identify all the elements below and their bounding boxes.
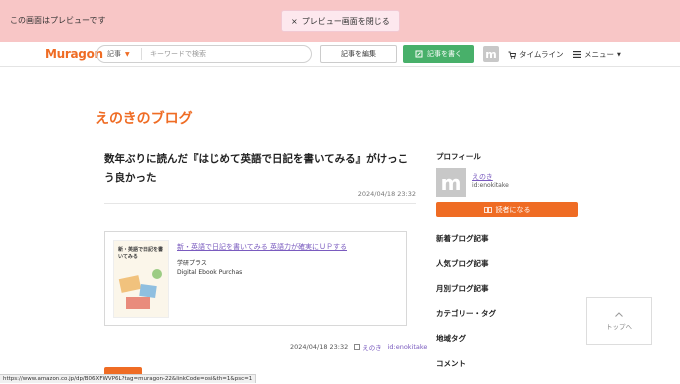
amazon-product-card[interactable]: 新・英語で日記を書いてみる 新・英語で日記を書いてみる 英語力が確実にＵＰする … bbox=[104, 231, 407, 326]
timeline-label: タイムライン bbox=[519, 50, 564, 59]
sidebar-item-region-tags[interactable]: 地域タグ bbox=[436, 333, 466, 344]
cart-icon bbox=[508, 51, 516, 59]
sidebar-item-monthly-posts[interactable]: 月別ブログ記事 bbox=[436, 283, 489, 294]
amazon-format: Digital Ebook Purchas bbox=[177, 269, 243, 276]
post-meta-date: 2024/04/18 23:32 bbox=[290, 343, 349, 351]
close-preview-button[interactable]: × プレビュー画面を閉じる bbox=[281, 10, 400, 32]
search-box: 記事 ▼ bbox=[96, 45, 312, 63]
post-author-id[interactable]: id:enokitake bbox=[388, 343, 428, 351]
search-category-select[interactable]: 記事 ▼ bbox=[97, 49, 141, 59]
book-cover-illustration bbox=[139, 283, 157, 299]
post-date: 2024/04/18 23:32 bbox=[357, 190, 416, 198]
preview-bar: この画面はプレビューです × プレビュー画面を閉じる bbox=[0, 0, 680, 43]
menu-button[interactable]: メニュー ▼ bbox=[573, 49, 621, 60]
edit-post-label: 記事を編集 bbox=[341, 50, 376, 58]
post-author-name: えのき bbox=[362, 344, 382, 352]
caret-down-icon: ▼ bbox=[617, 51, 621, 58]
book-cover-title: 新・英語で日記を書いてみる bbox=[118, 247, 164, 260]
post-title[interactable]: 数年ぶりに読んだ『はじめて英語で日記を書いてみる』がけっこう良かった bbox=[104, 150, 416, 188]
sidebar-item-category-tags[interactable]: カテゴリー・タグ bbox=[436, 308, 496, 319]
search-category-label: 記事 bbox=[107, 50, 121, 58]
timeline-link[interactable]: タイムライン bbox=[508, 49, 563, 60]
post-author-link[interactable]: えのき bbox=[354, 342, 382, 352]
user-avatar[interactable]: m bbox=[483, 46, 499, 62]
author-icon bbox=[354, 344, 361, 350]
pencil-icon bbox=[415, 50, 423, 58]
close-icon: × bbox=[291, 16, 298, 26]
back-to-top-label: トップへ bbox=[606, 322, 632, 331]
back-to-top-button[interactable]: トップへ bbox=[586, 297, 652, 345]
book-cover-illustration bbox=[118, 275, 142, 293]
preview-notice: この画面はプレビューです bbox=[10, 16, 106, 25]
close-preview-label: プレビュー画面を閉じる bbox=[301, 16, 390, 26]
profile-id: id:enokitake bbox=[472, 182, 509, 189]
subscribe-label: 読者になる bbox=[495, 205, 531, 214]
sidebar-item-comments[interactable]: コメント bbox=[436, 358, 466, 369]
muragon-logo[interactable]: Muragon bbox=[45, 47, 103, 61]
menu-label: メニュー bbox=[584, 50, 614, 59]
post-divider bbox=[104, 203, 416, 204]
amazon-product-link[interactable]: 新・英語で日記を書いてみる 英語力が確実にＵＰする bbox=[177, 242, 347, 252]
sidebar-item-popular-posts[interactable]: 人気ブログ記事 bbox=[436, 258, 489, 269]
top-navigation: Muragon 記事 ▼ 記事を編集 記事を書く m タイムライン bbox=[0, 42, 680, 67]
write-post-button[interactable]: 記事を書く bbox=[403, 45, 474, 63]
book-cover-image[interactable]: 新・英語で日記を書いてみる bbox=[113, 240, 169, 318]
edit-post-button[interactable]: 記事を編集 bbox=[320, 45, 397, 63]
status-bar-url: https://www.amazon.co.jp/dp/B06XFWVP6L?t… bbox=[0, 374, 257, 383]
hamburger-icon bbox=[573, 51, 581, 58]
subscribe-button[interactable]: 読者になる bbox=[436, 202, 578, 217]
chevron-up-icon bbox=[615, 311, 623, 317]
book-icon bbox=[483, 206, 492, 213]
search-input[interactable] bbox=[142, 46, 302, 62]
blog-title[interactable]: えのきのブログ bbox=[95, 108, 193, 128]
write-post-label: 記事を書く bbox=[427, 50, 462, 58]
book-cover-illustration bbox=[152, 269, 162, 279]
book-cover-illustration bbox=[126, 297, 150, 309]
profile-heading: プロフィール bbox=[436, 152, 481, 161]
post-meta: 2024/04/18 23:32 えのき id:enokitake bbox=[290, 342, 427, 352]
profile-name-link[interactable]: えのき bbox=[472, 172, 493, 182]
caret-down-icon: ▼ bbox=[125, 50, 130, 58]
sidebar-item-new-posts[interactable]: 新着ブログ記事 bbox=[436, 233, 489, 244]
profile-avatar[interactable]: m bbox=[436, 168, 466, 197]
amazon-publisher: 学研プラス bbox=[177, 260, 207, 267]
